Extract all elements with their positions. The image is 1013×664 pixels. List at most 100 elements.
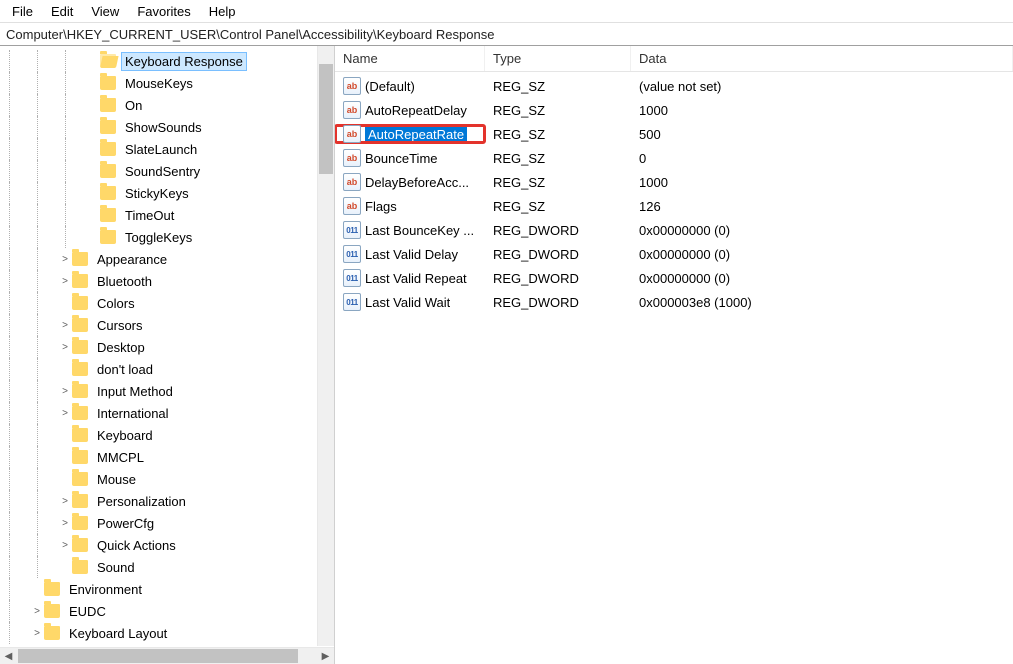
tree-item[interactable]: > EUDC	[2, 600, 334, 622]
column-header-name[interactable]: Name	[335, 46, 485, 71]
menu-item-favorites[interactable]: Favorites	[129, 2, 198, 21]
folder-icon	[100, 120, 116, 134]
expand-chevron-icon[interactable]: >	[30, 628, 44, 639]
tree-item[interactable]: >TimeOut	[2, 204, 334, 226]
expand-chevron-icon[interactable]: >	[58, 540, 72, 551]
value-name-cell[interactable]: abBounceTime	[335, 149, 485, 167]
scroll-left-icon[interactable]: ◀	[0, 648, 17, 664]
tree-item[interactable]: >Environment	[2, 578, 334, 600]
tree-view[interactable]: >Keyboard Response>MouseKeys>On>ShowSoun…	[0, 46, 334, 647]
value-type: REG_SZ	[485, 151, 631, 166]
value-name: AutoRepeatDelay	[365, 102, 467, 119]
expand-chevron-icon[interactable]: >	[58, 320, 72, 331]
scrollbar-thumb[interactable]	[18, 649, 298, 663]
value-name: Last BounceKey ...	[365, 222, 474, 239]
tree-item[interactable]: >Appearance	[2, 248, 334, 270]
tree-item-label: EUDC	[66, 603, 109, 620]
value-row[interactable]: abAutoRepeatDelayREG_SZ1000	[335, 98, 1013, 122]
folder-icon	[100, 230, 116, 244]
expand-chevron-icon[interactable]: >	[58, 386, 72, 397]
value-row[interactable]: 011Last Valid RepeatREG_DWORD0x00000000 …	[335, 266, 1013, 290]
expand-chevron-icon[interactable]: >	[30, 606, 44, 617]
value-name-cell[interactable]: abFlags	[335, 197, 485, 215]
tree-item[interactable]: >Keyboard	[2, 424, 334, 446]
dword-value-icon: 011	[343, 269, 361, 287]
tree-item[interactable]: >Bluetooth	[2, 270, 334, 292]
tree-item[interactable]: >MouseKeys	[2, 72, 334, 94]
string-value-icon: ab	[343, 125, 361, 143]
folder-icon	[100, 76, 116, 90]
menu-item-edit[interactable]: Edit	[43, 2, 81, 21]
address-bar[interactable]: Computer\HKEY_CURRENT_USER\Control Panel…	[0, 22, 1013, 46]
expand-chevron-icon[interactable]: >	[58, 342, 72, 353]
folder-icon	[72, 472, 88, 486]
expand-chevron-icon[interactable]: >	[58, 276, 72, 287]
value-name-cell[interactable]: 011Last Valid Delay	[335, 245, 485, 263]
scroll-right-icon[interactable]: ▶	[317, 648, 334, 664]
tree-item[interactable]: >Quick Actions	[2, 534, 334, 556]
tree-item[interactable]: >don't load	[2, 358, 334, 380]
folder-icon	[100, 164, 116, 178]
tree-item[interactable]: >ToggleKeys	[2, 226, 334, 248]
tree-item[interactable]: >Keyboard Layout	[2, 622, 334, 644]
value-row[interactable]: abFlagsREG_SZ126	[335, 194, 1013, 218]
tree-item[interactable]: >Colors	[2, 292, 334, 314]
tree-item[interactable]: >On	[2, 94, 334, 116]
value-data: 500	[631, 127, 1013, 142]
scrollbar-thumb[interactable]	[319, 64, 333, 174]
value-name-cell[interactable]: 011Last Valid Wait	[335, 293, 485, 311]
folder-icon	[72, 516, 88, 530]
tree-item[interactable]: >Keyboard Response	[2, 50, 334, 72]
tree-vertical-scrollbar[interactable]	[317, 46, 334, 646]
menu-item-file[interactable]: File	[4, 2, 41, 21]
tree-item[interactable]: > International	[2, 402, 334, 424]
tree-item-label: ToggleKeys	[122, 229, 195, 246]
value-name-cell[interactable]: abAutoRepeatDelay	[335, 101, 485, 119]
list-body[interactable]: ab(Default)REG_SZ(value not set) abAutoRe…	[335, 72, 1013, 664]
value-name-cell[interactable]: 011Last Valid Repeat	[335, 269, 485, 287]
folder-icon	[72, 450, 88, 464]
tree-item[interactable]: >Personalization	[2, 490, 334, 512]
expand-chevron-icon[interactable]: >	[58, 518, 72, 529]
value-row[interactable]: abAutoRepeatRateREG_SZ500	[335, 122, 1013, 146]
tree-item[interactable]: >StickyKeys	[2, 182, 334, 204]
value-row[interactable]: 011Last Valid DelayREG_DWORD0x00000000 (…	[335, 242, 1013, 266]
tree-item[interactable]: >Input Method	[2, 380, 334, 402]
menu-item-help[interactable]: Help	[201, 2, 244, 21]
value-name-cell[interactable]: 011Last BounceKey ...	[335, 221, 485, 239]
tree-item[interactable]: >Mouse	[2, 468, 334, 490]
value-name-cell[interactable]: ab(Default)	[335, 77, 485, 95]
folder-icon	[72, 406, 88, 420]
value-type: REG_DWORD	[485, 247, 631, 262]
tree-item[interactable]: >PowerCfg	[2, 512, 334, 534]
expand-chevron-icon[interactable]: >	[58, 408, 72, 419]
value-row[interactable]: abDelayBeforeAcc...REG_SZ1000	[335, 170, 1013, 194]
tree-item-label: International	[94, 405, 172, 422]
value-row[interactable]: ab(Default)REG_SZ(value not set)	[335, 74, 1013, 98]
menu-item-view[interactable]: View	[83, 2, 127, 21]
expand-chevron-icon[interactable]: >	[58, 496, 72, 507]
value-row[interactable]: 011Last Valid WaitREG_DWORD0x000003e8 (1…	[335, 290, 1013, 314]
value-name-cell[interactable]: abAutoRepeatRate	[335, 125, 485, 143]
value-name: AutoRepeatRate	[365, 126, 467, 143]
tree-horizontal-scrollbar[interactable]: ◀ ▶	[0, 647, 334, 664]
tree-item-label: don't load	[94, 361, 156, 378]
value-name: Last Valid Wait	[365, 294, 450, 311]
value-row[interactable]: 011Last BounceKey ...REG_DWORD0x00000000…	[335, 218, 1013, 242]
column-header-data[interactable]: Data	[631, 46, 1013, 71]
tree-item[interactable]: >Cursors	[2, 314, 334, 336]
value-row[interactable]: abBounceTimeREG_SZ0	[335, 146, 1013, 170]
tree-item[interactable]: >MMCPL	[2, 446, 334, 468]
address-path: Computer\HKEY_CURRENT_USER\Control Panel…	[6, 27, 494, 42]
value-name-cell[interactable]: abDelayBeforeAcc...	[335, 173, 485, 191]
tree-item[interactable]: >SoundSentry	[2, 160, 334, 182]
tree-item[interactable]: >Sound	[2, 556, 334, 578]
tree-item[interactable]: >ShowSounds	[2, 116, 334, 138]
value-type: REG_SZ	[485, 103, 631, 118]
expand-placeholder: >	[86, 144, 100, 155]
tree-item[interactable]: >Desktop	[2, 336, 334, 358]
expand-placeholder: >	[86, 78, 100, 89]
column-header-type[interactable]: Type	[485, 46, 631, 71]
expand-chevron-icon[interactable]: >	[58, 254, 72, 265]
tree-item[interactable]: >SlateLaunch	[2, 138, 334, 160]
